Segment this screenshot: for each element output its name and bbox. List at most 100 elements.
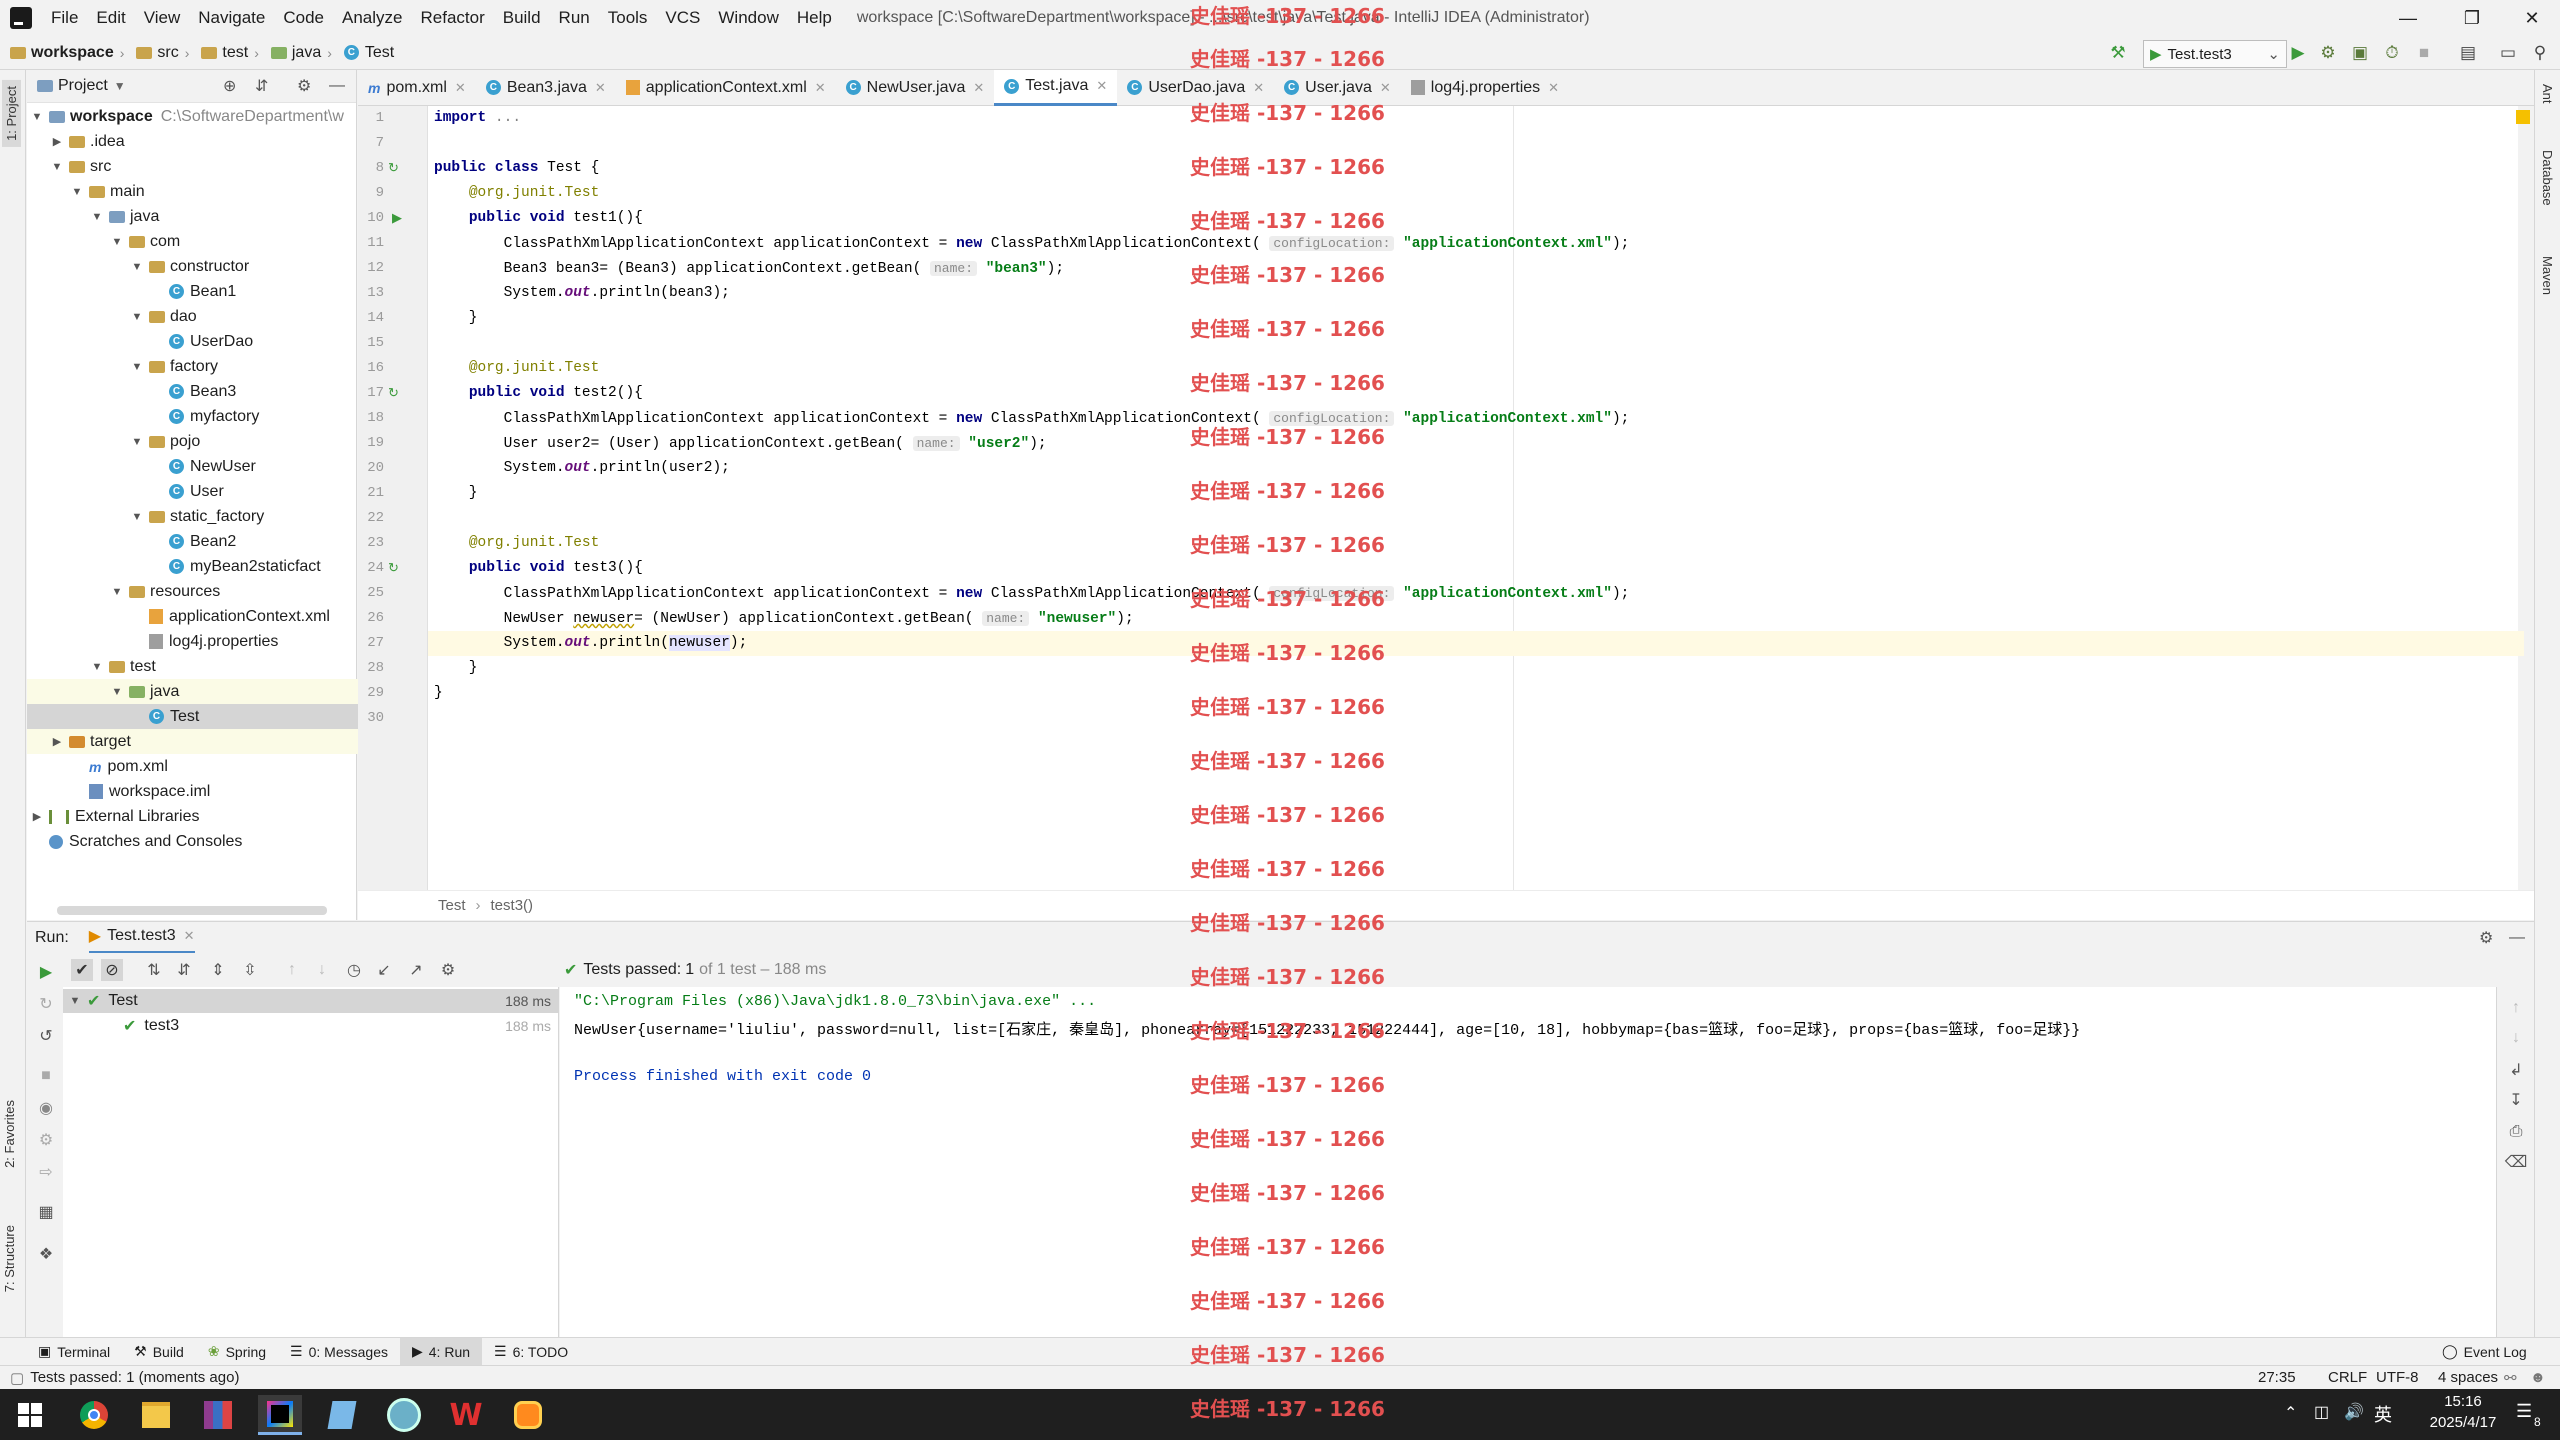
caret-position[interactable]: 27:35 <box>2258 1369 2296 1386</box>
next-icon[interactable]: ↓ <box>311 959 333 981</box>
project-view-select[interactable]: Project <box>58 77 108 95</box>
code-editor[interactable]: import ... public class Test { @org.juni… <box>428 106 2530 890</box>
wps-app[interactable]: W <box>444 1395 488 1435</box>
collapse-all-icon[interactable]: ⇵ <box>255 76 268 96</box>
debug-icon[interactable]: ⚙ <box>2318 43 2338 63</box>
tab-test-java[interactable]: C Test.java ✕ <box>994 69 1118 106</box>
tab-newuser[interactable]: C NewUser.java ✕ <box>836 70 995 106</box>
tab-build[interactable]: ⚒ Build <box>122 1338 196 1366</box>
export-results-icon[interactable]: ↗ <box>405 959 427 981</box>
collapse-all-icon[interactable]: ⇳ <box>239 959 261 981</box>
tab-bean3[interactable]: C Bean3.java ✕ <box>476 70 616 106</box>
intellij-app[interactable] <box>258 1395 302 1435</box>
horizontal-scrollbar[interactable] <box>57 906 327 915</box>
breadcrumb-method[interactable]: test3() <box>491 897 534 914</box>
crumb-test[interactable]: test › <box>201 44 264 62</box>
winrar-app[interactable] <box>196 1395 240 1435</box>
minimize-button[interactable]: — <box>2380 0 2436 36</box>
run-icon[interactable]: ▶ <box>2288 43 2308 63</box>
tree-item-src[interactable]: ▼ src <box>27 154 379 179</box>
inspector-icon[interactable]: ☻ <box>2530 1369 2546 1386</box>
previous-icon[interactable]: ↑ <box>281 959 303 981</box>
menu-edit[interactable]: Edit <box>87 8 134 28</box>
run-config-select[interactable]: ▶ Test.test3 ⌄ <box>2143 40 2287 68</box>
tab-database[interactable]: Database <box>2540 150 2555 206</box>
status-message[interactable]: Tests passed: 1 (moments ago) <box>30 1369 239 1386</box>
expand-all-icon[interactable]: ⇕ <box>207 959 229 981</box>
run-test-icon[interactable]: ▶ <box>392 210 402 226</box>
tray-chevron-up-icon[interactable]: ⌃ <box>2284 1403 2297 1423</box>
lock-icon[interactable]: ⚯ <box>2504 1369 2517 1387</box>
stop-icon[interactable]: ■ <box>35 1065 57 1087</box>
crumb-java[interactable]: java › <box>270 44 338 62</box>
menu-tools[interactable]: Tools <box>599 8 657 28</box>
show-ignored-icon[interactable]: ⊘ <box>101 959 123 981</box>
warning-indicator-icon[interactable] <box>2516 110 2530 124</box>
tab-structure[interactable]: 7: Structure <box>2 1225 17 1292</box>
close-tab-icon[interactable]: ✕ <box>1548 80 1559 96</box>
profile-icon[interactable]: ⏱ <box>2382 43 2402 63</box>
tab-terminal[interactable]: ▣ Terminal <box>26 1338 122 1366</box>
crumb-src[interactable]: src › <box>136 44 195 62</box>
history-icon[interactable]: ◷ <box>343 959 365 981</box>
close-tab-icon[interactable]: ✕ <box>815 80 826 96</box>
chrome-app[interactable] <box>72 1395 116 1435</box>
menu-refactor[interactable]: Refactor <box>411 8 493 28</box>
gear-icon[interactable]: ⚙ <box>2479 928 2493 948</box>
tab-messages[interactable]: ☰ 0: Messages <box>278 1338 400 1366</box>
tab-log4j[interactable]: log4j.properties ✕ <box>1401 70 1569 106</box>
maximize-button[interactable]: ❐ <box>2444 0 2500 36</box>
locate-icon[interactable]: ⊕ <box>223 76 236 96</box>
layout-icon[interactable]: ▦ <box>35 1201 57 1223</box>
tab-event-log[interactable]: ◯ Event Log <box>2430 1338 2539 1366</box>
search-icon[interactable]: ⚲ <box>2530 43 2550 63</box>
start-button[interactable] <box>8 1395 52 1435</box>
close-button[interactable]: ✕ <box>2504 0 2560 36</box>
breadcrumb-class[interactable]: Test <box>438 897 466 914</box>
close-tab-icon[interactable]: ✕ <box>1253 80 1264 96</box>
notepad-app[interactable] <box>320 1395 364 1435</box>
close-tab-icon[interactable]: ✕ <box>973 80 984 96</box>
trash-icon[interactable]: ⌫ <box>2505 1151 2528 1173</box>
sort-alpha-icon[interactable]: ⇅ <box>143 959 165 981</box>
gear-icon[interactable]: ⚙ <box>437 959 459 981</box>
crumb-workspace[interactable]: workspace › <box>10 44 130 62</box>
chevron-down-icon[interactable]: ▼ <box>114 79 126 93</box>
print-icon[interactable]: ⎙ <box>2505 1121 2527 1143</box>
tab-applicationcontext[interactable]: applicationContext.xml ✕ <box>616 70 836 106</box>
scroll-to-end-icon[interactable]: ↧ <box>2505 1089 2527 1111</box>
tree-item-main[interactable]: ▼ main <box>27 179 399 204</box>
run-test-icon[interactable]: ↻ <box>388 560 399 576</box>
browser-app[interactable] <box>506 1395 550 1435</box>
close-tab-icon[interactable]: ✕ <box>1096 78 1107 94</box>
tree-item-target[interactable]: ▶ target <box>27 729 379 754</box>
tab-pom-xml[interactable]: m pom.xml ✕ <box>358 70 476 106</box>
rerun-icon[interactable]: ▶ <box>35 961 57 983</box>
menu-analyze[interactable]: Analyze <box>333 8 411 28</box>
menu-view[interactable]: View <box>135 8 190 28</box>
gear-icon[interactable]: ⚙ <box>297 76 311 96</box>
menu-vcs[interactable]: VCS <box>656 8 709 28</box>
test-tree-row[interactable]: ✔ test3 188 ms <box>63 1014 559 1038</box>
tree-item-scratches[interactable]: Scratches and Consoles <box>27 829 379 854</box>
file-encoding[interactable]: UTF-8 <box>2376 1369 2419 1386</box>
tree-item-idea[interactable]: ▶ .idea <box>27 129 379 154</box>
menu-help[interactable]: Help <box>788 8 841 28</box>
menu-run[interactable]: Run <box>550 8 599 28</box>
hide-icon[interactable]: — <box>2509 929 2525 947</box>
stop-icon[interactable]: ■ <box>2414 43 2434 63</box>
line-separator[interactable]: CRLF <box>2328 1369 2367 1386</box>
clock-date[interactable]: 2025/4/17 <box>2418 1414 2508 1431</box>
tool-app[interactable] <box>382 1395 426 1435</box>
run-tab[interactable]: ▶ Test.test3 ✕ <box>88 922 195 954</box>
clock-time[interactable]: 15:16 <box>2428 1393 2498 1410</box>
tab-project[interactable]: 1: Project <box>2 80 21 147</box>
soft-wrap-icon[interactable]: ↲ <box>2505 1059 2527 1081</box>
menu-build[interactable]: Build <box>494 8 550 28</box>
menu-file[interactable]: File <box>42 8 87 28</box>
menu-navigate[interactable]: Navigate <box>189 8 274 28</box>
ime-indicator[interactable]: 英 <box>2374 1401 2392 1427</box>
export-icon[interactable]: ⇨ <box>35 1161 57 1183</box>
tab-todo[interactable]: ☰ 6: TODO <box>482 1338 580 1366</box>
close-tab-icon[interactable]: ✕ <box>1380 80 1391 96</box>
